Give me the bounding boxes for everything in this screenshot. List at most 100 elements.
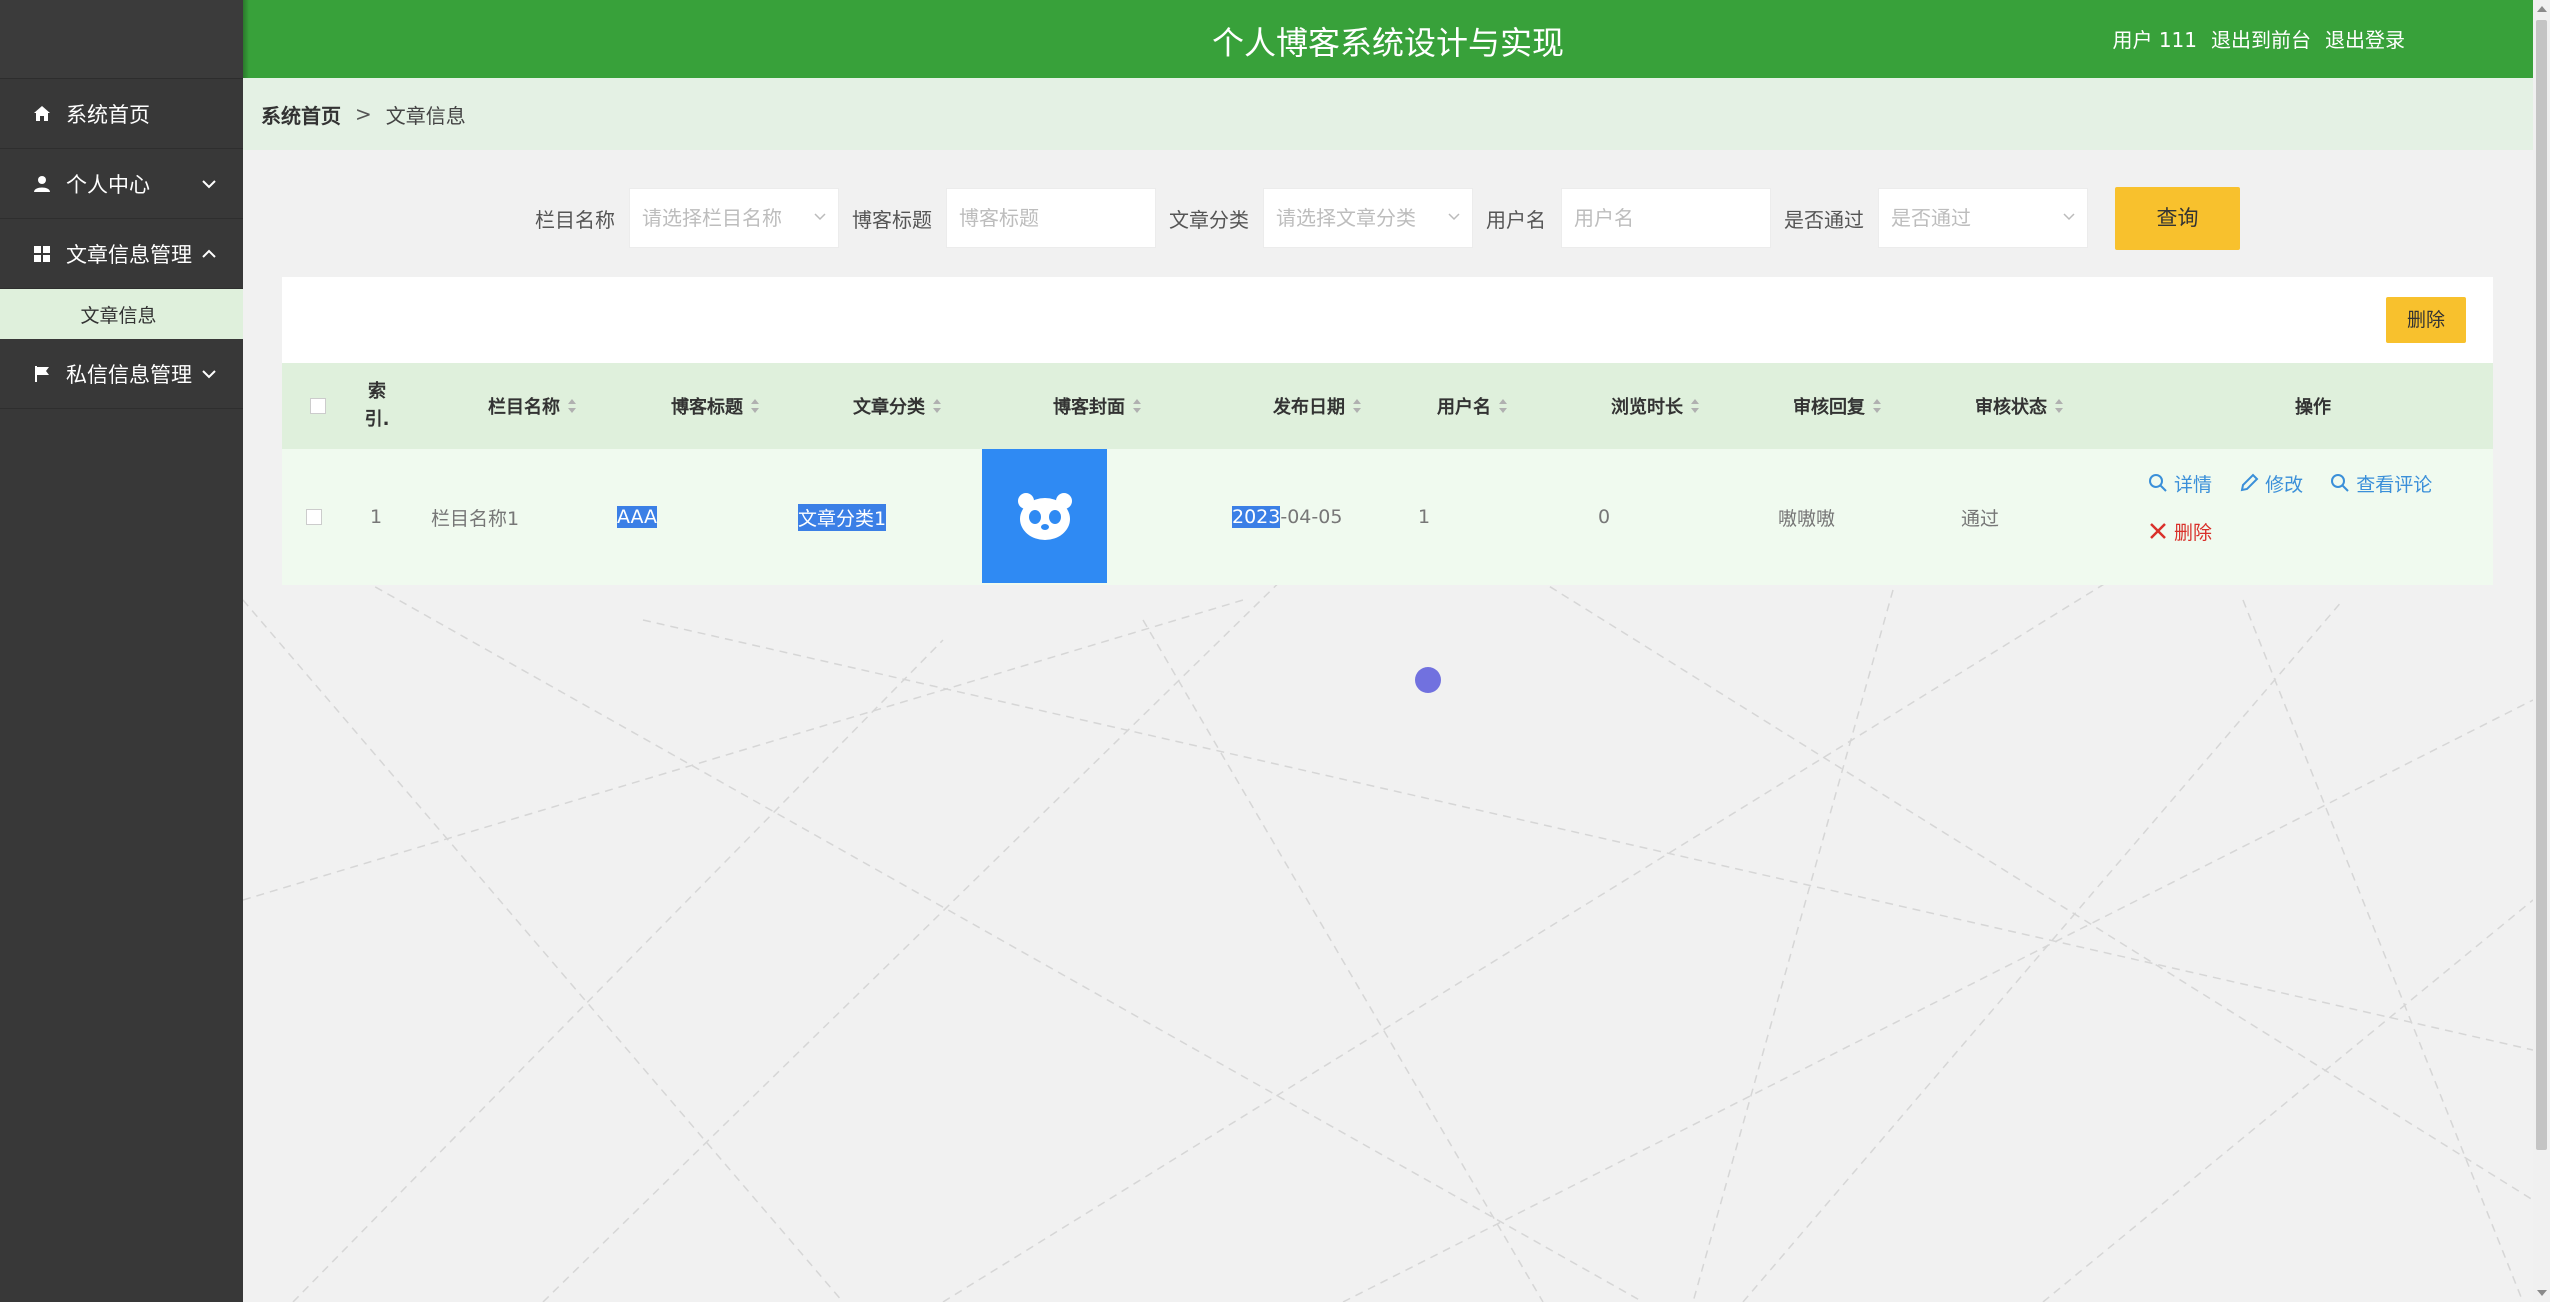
cell-blog-title: AAA — [617, 449, 658, 585]
breadcrumb-home[interactable]: 系统首页 — [261, 100, 341, 129]
detail-button[interactable]: 详情 — [2148, 469, 2212, 497]
blog-title-label: 博客标题 — [852, 208, 932, 232]
passed-select[interactable]: 是否通过 — [1878, 188, 2088, 248]
sort-icon[interactable] — [1691, 399, 1699, 413]
search-icon — [2331, 474, 2349, 492]
logout-link[interactable]: 退出登录 — [2325, 24, 2405, 53]
th-label: 文章分类 — [853, 397, 925, 418]
sidebar-item-label: 个人中心 — [66, 172, 150, 197]
sort-icon[interactable] — [568, 399, 576, 413]
breadcrumb: 系统首页 > 文章信息 — [243, 78, 2533, 150]
delete-row-button[interactable]: 删除 — [2148, 517, 2212, 545]
column-name-placeholder: 请选择栏目名称 — [642, 206, 782, 230]
sort-icon[interactable] — [1499, 399, 1507, 413]
panda-icon — [1017, 493, 1072, 540]
username-label: 用户名 — [1486, 208, 1546, 232]
th-username[interactable]: 用户名 — [1372, 363, 1572, 449]
grid-icon — [32, 244, 52, 264]
th-label: 博客封面 — [1053, 397, 1125, 418]
select-all-checkbox[interactable] — [306, 363, 330, 449]
back-to-front-link[interactable]: 退出到前台 — [2211, 24, 2311, 53]
cell-date-rest: -04-05 — [1280, 506, 1343, 528]
sidebar-subitem-label: 文章信息 — [80, 304, 157, 327]
th-category[interactable]: 文章分类 — [797, 363, 997, 449]
category-placeholder: 请选择文章分类 — [1276, 206, 1416, 230]
sort-icon[interactable] — [2055, 399, 2063, 413]
th-status[interactable]: 审核状态 — [1919, 363, 2119, 449]
cell-reply: 嗷嗷嗷 — [1778, 507, 1836, 530]
blog-title-placeholder: 博客标题 — [959, 206, 1039, 230]
row-checkbox[interactable] — [306, 449, 322, 585]
edit-label: 修改 — [2265, 473, 2304, 496]
query-button[interactable]: 查询 — [2115, 187, 2240, 250]
sort-icon[interactable] — [1133, 399, 1141, 413]
th-index: 索引. — [364, 381, 390, 430]
sidebar-subitem-article-info[interactable]: 文章信息 — [0, 289, 243, 339]
edit-button[interactable]: 修改 — [2239, 469, 2303, 497]
username-input[interactable]: 用户名 — [1561, 188, 1771, 248]
sidebar-item-label: 系统首页 — [66, 102, 150, 127]
chevron-down-icon — [814, 213, 826, 221]
page-scrollbar[interactable] — [2533, 0, 2550, 1302]
row-actions: 详情 修改 查看评论 删除 — [2148, 469, 2478, 545]
chevron-down-icon — [2063, 213, 2075, 221]
category-label: 文章分类 — [1169, 208, 1249, 232]
scroll-thumb[interactable] — [2536, 20, 2547, 1150]
sidebar: 系统首页 个人中心 文章信息管理 文章信息 私信信息管理 — [0, 0, 243, 1302]
current-user: 用户 111 — [2112, 28, 2197, 52]
category-select[interactable]: 请选择文章分类 — [1263, 188, 1473, 248]
th-label: 栏目名称 — [488, 397, 560, 418]
cell-cover-image[interactable] — [982, 449, 1107, 583]
user-icon — [32, 174, 52, 194]
chevron-up-icon — [202, 249, 216, 258]
th-label: 博客标题 — [671, 397, 743, 418]
view-comments-button[interactable]: 查看评论 — [2330, 469, 2432, 497]
cell-index: 1 — [370, 506, 383, 528]
sort-icon[interactable] — [1353, 399, 1361, 413]
cell-blog-title-text: AAA — [617, 506, 658, 528]
column-name-label: 栏目名称 — [535, 208, 615, 232]
th-actions: 操作 — [2295, 397, 2331, 418]
sort-icon[interactable] — [751, 399, 759, 413]
search-form: 栏目名称 请选择栏目名称 博客标题 博客标题 文章分类 请选择文章分类 用户名 … — [243, 187, 2533, 252]
breadcrumb-current: 文章信息 — [385, 103, 466, 128]
th-reply[interactable]: 审核回复 — [1737, 363, 1937, 449]
chevron-down-icon — [202, 179, 216, 188]
header-user-area: 用户 111 退出到前台 退出登录 — [2112, 24, 2405, 53]
cell-username: 1 — [1418, 506, 1431, 528]
table-row: 1 栏目名称1 AAA 文章分类1 2023 -04-05 1 0 嗷嗷嗷 通过 … — [282, 449, 2493, 693]
table-panel: 删除 索引. 栏目名称 博客标题 文章分类 博客封面 发布日期 用户名 浏览时长… — [282, 277, 2493, 693]
search-icon — [2149, 474, 2167, 492]
batch-delete-button[interactable]: 删除 — [2386, 297, 2466, 343]
th-column-name[interactable]: 栏目名称 — [432, 363, 632, 449]
th-blog-title[interactable]: 博客标题 — [615, 363, 815, 449]
scroll-up-icon[interactable] — [2537, 6, 2547, 12]
th-label: 审核状态 — [1975, 397, 2047, 418]
detail-label: 详情 — [2174, 473, 2213, 496]
th-label: 审核回复 — [1793, 397, 1865, 418]
sort-icon[interactable] — [933, 399, 941, 413]
cell-category-text: 文章分类1 — [798, 503, 887, 531]
th-cover[interactable]: 博客封面 — [977, 363, 1217, 449]
chevron-down-icon — [1448, 213, 1460, 221]
sidebar-item-home[interactable]: 系统首页 — [0, 79, 243, 149]
th-label: 浏览时长 — [1611, 397, 1683, 418]
sort-icon[interactable] — [1873, 399, 1881, 413]
cell-date: 2023 -04-05 — [1232, 449, 1342, 585]
sidebar-item-article-management[interactable]: 文章信息管理 — [0, 219, 243, 289]
passed-placeholder: 是否通过 — [1891, 206, 1971, 230]
blog-title-input[interactable]: 博客标题 — [946, 188, 1156, 248]
scroll-down-icon[interactable] — [2537, 1290, 2547, 1296]
column-name-select[interactable]: 请选择栏目名称 — [629, 188, 839, 248]
sidebar-item-message-management[interactable]: 私信信息管理 — [0, 339, 243, 409]
chevron-down-icon — [202, 369, 216, 378]
view-comments-label: 查看评论 — [2356, 473, 2433, 496]
th-label: 发布日期 — [1273, 397, 1345, 418]
sidebar-item-personal[interactable]: 个人中心 — [0, 149, 243, 219]
header-shadow — [243, 0, 249, 78]
passed-label: 是否通过 — [1784, 208, 1864, 232]
delete-row-label: 删除 — [2174, 521, 2213, 544]
th-duration[interactable]: 浏览时长 — [1555, 363, 1755, 449]
top-header: 个人博客系统设计与实现 用户 111 退出到前台 退出登录 — [243, 0, 2533, 78]
sidebar-item-label: 文章信息管理 — [66, 242, 192, 267]
